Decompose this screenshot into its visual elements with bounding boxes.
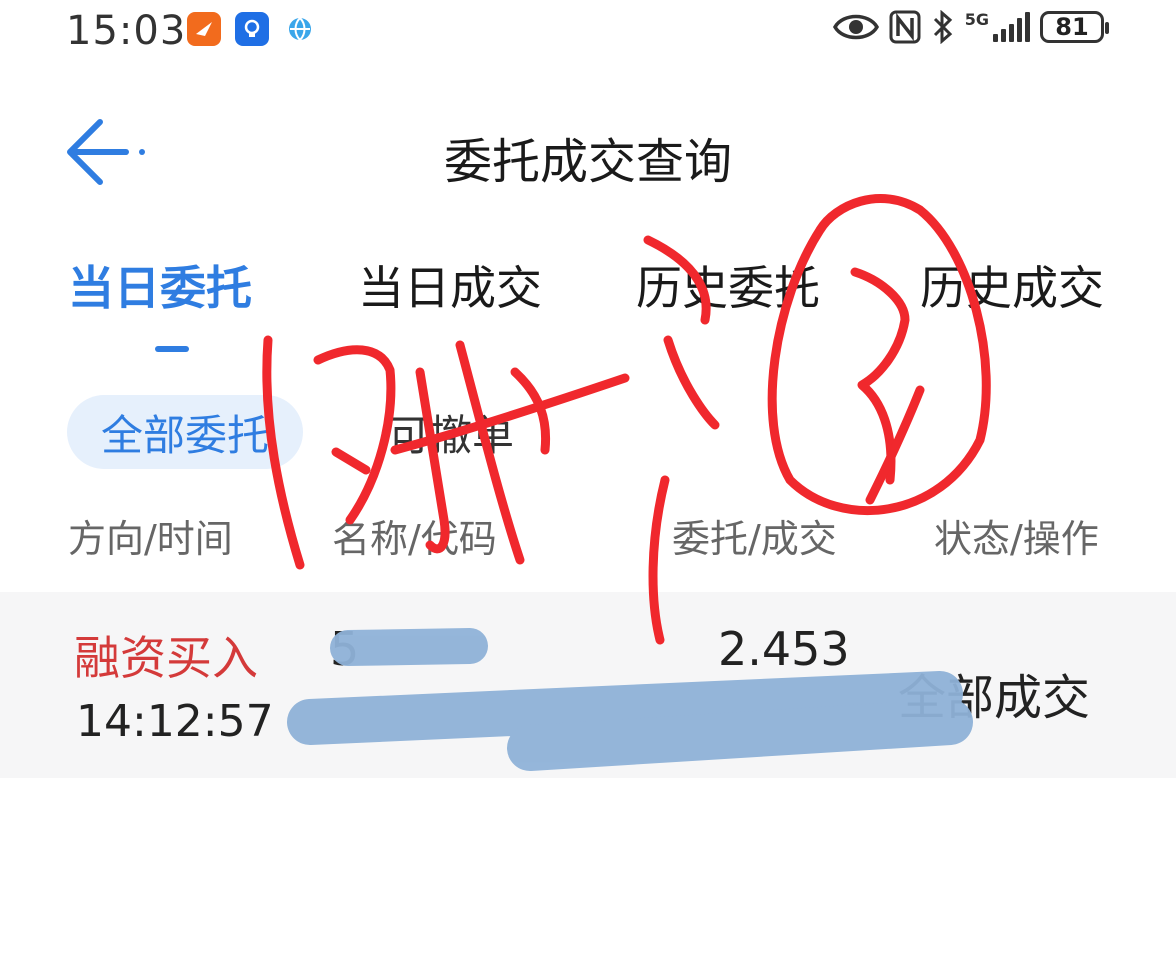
app-globe-icon [283,12,317,46]
bluetooth-icon [933,10,952,44]
order-status: 全部成交 [898,670,1091,726]
tab-indicator [155,346,189,352]
order-direction: 融资买入 [74,631,258,685]
status-time: 15:03 [66,8,187,54]
battery-icon: 81 [1040,11,1109,43]
nfc-icon [889,10,921,44]
column-name-code: 名称/代码 [332,517,497,561]
order-time: 14:12:57 [76,696,274,747]
column-direction-time: 方向/时间 [68,517,233,561]
page-title: 委托成交查询 [443,134,732,190]
security-code: 5 [330,622,360,676]
app-bulb-icon [235,12,269,46]
column-status-action: 状态/操作 [934,517,1099,561]
tab-history-orders[interactable]: 历史委托 [636,252,820,318]
order-price: 2.453 [718,622,850,676]
tab-history-trades[interactable]: 历史成交 [920,252,1104,318]
network-type: 5G [964,10,989,29]
tab-today-orders[interactable]: 当日委托 [68,252,252,318]
filter-cancelable[interactable]: 可撤单 [388,395,514,469]
filter-all-orders[interactable]: 全部委托 [67,395,304,469]
app-orange-icon [187,12,221,46]
tab-today-trades[interactable]: 当日成交 [358,252,542,318]
signal-icon: 5G [965,12,1030,42]
eye-icon [832,14,879,40]
battery-level: 81 [1055,13,1089,41]
status-icons: 5G 81 [832,10,1109,44]
column-order-fill: 委托/成交 [672,517,837,561]
